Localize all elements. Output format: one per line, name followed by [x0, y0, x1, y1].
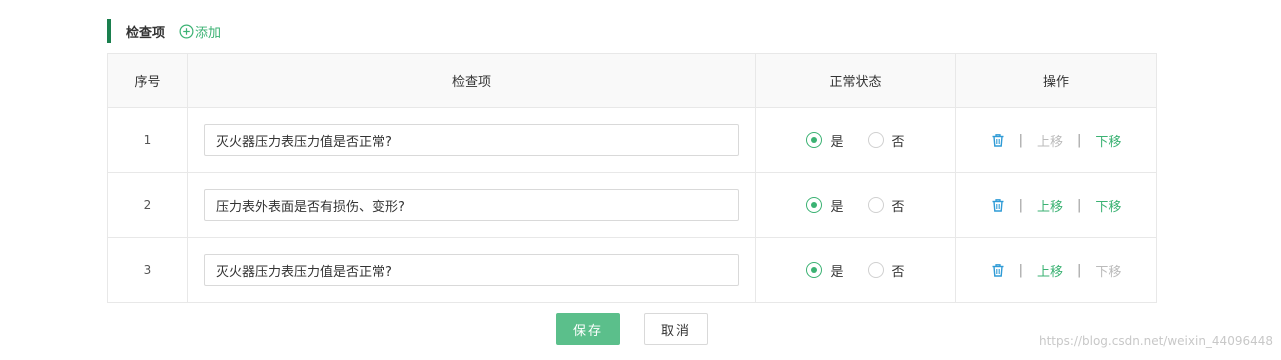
add-item-button[interactable]: 添加 [179, 22, 221, 41]
header-actions: 操作 [955, 53, 1157, 108]
move-down-button[interactable]: 下移 [1095, 131, 1121, 150]
action-separator: | [1018, 132, 1023, 148]
header-index: 序号 [107, 53, 188, 108]
action-separator: | [1077, 197, 1082, 213]
radio-no-circle[interactable] [867, 197, 884, 213]
trash-icon[interactable] [991, 198, 1005, 213]
table-row: 1 是 否 | 上移 | 下移 [107, 107, 1157, 173]
row-index-text: 1 [143, 133, 152, 147]
row-index-text: 2 [143, 198, 152, 212]
move-up-button[interactable]: 上移 [1037, 131, 1063, 150]
item-input[interactable] [204, 254, 739, 286]
row-index: 2 [107, 172, 188, 238]
add-item-label: 添加 [195, 25, 222, 41]
radio-yes-circle[interactable] [806, 197, 823, 213]
row-actions: | 上移 | 下移 [956, 261, 1156, 280]
save-button[interactable]: 保存 [556, 313, 620, 345]
watermark: https://blog.csdn.net/weixin_44096448 [1038, 334, 1273, 348]
move-down-button[interactable]: 下移 [1095, 196, 1121, 215]
table-row: 2 是 否 | 上移 | 下移 [107, 172, 1157, 238]
section-accent-bar [107, 19, 111, 43]
row-actions-cell: | 上移 | 下移 [955, 172, 1157, 238]
radio-no-label: 否 [891, 264, 905, 280]
radio-yes-label: 是 [830, 134, 844, 150]
action-separator: | [1077, 132, 1082, 148]
radio-no-label: 否 [891, 134, 905, 150]
row-index-text: 3 [143, 263, 152, 277]
header-item: 检查项 [187, 53, 756, 108]
table-row: 3 是 否 | 上移 | 下移 [107, 237, 1157, 303]
radio-yes-circle[interactable] [806, 262, 823, 278]
section-title: 检查项 [126, 25, 166, 41]
status-radio-group: 是 否 [756, 196, 955, 215]
checklist-table: 序号 检查项 正常状态 操作 1 是 否 [107, 53, 1157, 303]
radio-no-circle[interactable] [867, 262, 884, 278]
radio-yes[interactable]: 是 [806, 261, 844, 280]
radio-yes[interactable]: 是 [806, 196, 844, 215]
action-separator: | [1018, 262, 1023, 278]
radio-yes[interactable]: 是 [806, 131, 844, 150]
trash-icon[interactable] [991, 133, 1005, 148]
section-header: 检查项 添加 [107, 19, 221, 43]
radio-yes-circle[interactable] [806, 132, 823, 148]
cancel-button[interactable]: 取消 [644, 313, 708, 345]
row-actions: | 上移 | 下移 [956, 131, 1156, 150]
radio-no[interactable]: 否 [867, 196, 905, 215]
row-status-cell: 是 否 [755, 107, 956, 173]
row-status-cell: 是 否 [755, 172, 956, 238]
row-actions-cell: | 上移 | 下移 [955, 237, 1157, 303]
action-separator: | [1077, 262, 1082, 278]
radio-no-label: 否 [891, 199, 905, 215]
trash-icon[interactable] [991, 263, 1005, 278]
radio-no-circle[interactable] [867, 132, 884, 148]
item-input[interactable] [204, 189, 739, 221]
row-index: 3 [107, 237, 188, 303]
radio-yes-label: 是 [830, 199, 844, 215]
action-separator: | [1018, 197, 1023, 213]
plus-circle-icon [179, 24, 194, 38]
row-item-cell [187, 107, 756, 173]
move-up-button[interactable]: 上移 [1037, 261, 1063, 280]
row-actions-cell: | 上移 | 下移 [955, 107, 1157, 173]
header-normal-status: 正常状态 [755, 53, 956, 108]
row-index: 1 [107, 107, 188, 173]
row-item-cell [187, 237, 756, 303]
move-up-button[interactable]: 上移 [1037, 196, 1063, 215]
table-header-row: 序号 检查项 正常状态 操作 [107, 53, 1157, 108]
row-item-cell [187, 172, 756, 238]
status-radio-group: 是 否 [756, 131, 955, 150]
row-status-cell: 是 否 [755, 237, 956, 303]
radio-no[interactable]: 否 [867, 261, 905, 280]
item-input[interactable] [204, 124, 739, 156]
radio-yes-label: 是 [830, 264, 844, 280]
radio-no[interactable]: 否 [867, 131, 905, 150]
row-actions: | 上移 | 下移 [956, 196, 1156, 215]
status-radio-group: 是 否 [756, 261, 955, 280]
move-down-button[interactable]: 下移 [1095, 261, 1121, 280]
